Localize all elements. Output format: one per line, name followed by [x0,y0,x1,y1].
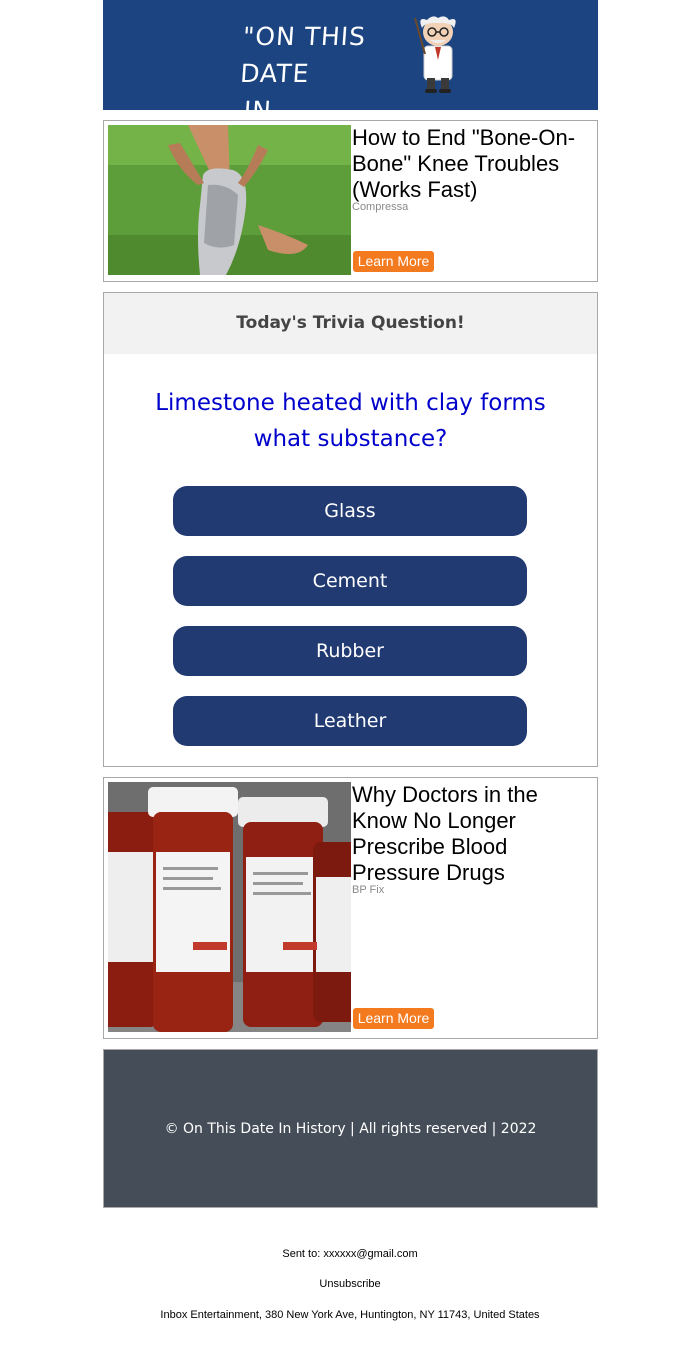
ad-title[interactable]: How to End "Bone-On-Bone" Knee Troubles … [352,125,596,203]
trivia-card: Today's Trivia Question! Limestone heate… [103,292,598,767]
trivia-question: Limestone heated with clay forms what su… [155,390,546,452]
answer-button-rubber[interactable]: Rubber [173,626,527,676]
newsletter-header: "ON THIS DATE IN HISTORY..." [103,0,598,162]
logo-line-1: "ON THIS DATE [239,22,368,88]
trivia-heading: Today's Trivia Question! [104,293,597,354]
footer-copyright: © On This Date In History | All rights r… [103,1049,598,1208]
ad-sponsor: Compressa [352,201,409,213]
professor-mascot-icon [414,16,456,93]
sponsored-ad-blood-pressure[interactable]: Why Doctors in the Know No Longer Prescr… [103,777,598,1039]
answer-button-leather[interactable]: Leather [173,696,527,746]
unsubscribe-row: Unsubscribe [0,1278,700,1290]
knee-brace-photo[interactable] [108,125,351,275]
sender-address: Inbox Entertainment, 380 New York Ave, H… [160,1309,540,1321]
sent-to-text: Sent to: xxxxxx@gmail.com [282,1248,418,1260]
answer-button-cement[interactable]: Cement [173,556,527,606]
learn-more-button[interactable]: Learn More [353,251,434,272]
answer-button-glass[interactable]: Glass [173,486,527,536]
ad-title[interactable]: Why Doctors in the Know No Longer Prescr… [352,782,596,886]
pill-bottles-photo[interactable] [108,782,351,1032]
ad-sponsor: BP Fix [352,884,385,896]
learn-more-button[interactable]: Learn More [353,1008,434,1029]
unsubscribe-link[interactable]: Unsubscribe [319,1278,380,1290]
sponsored-ad-knee[interactable]: How to End "Bone-On-Bone" Knee Troubles … [103,120,598,282]
